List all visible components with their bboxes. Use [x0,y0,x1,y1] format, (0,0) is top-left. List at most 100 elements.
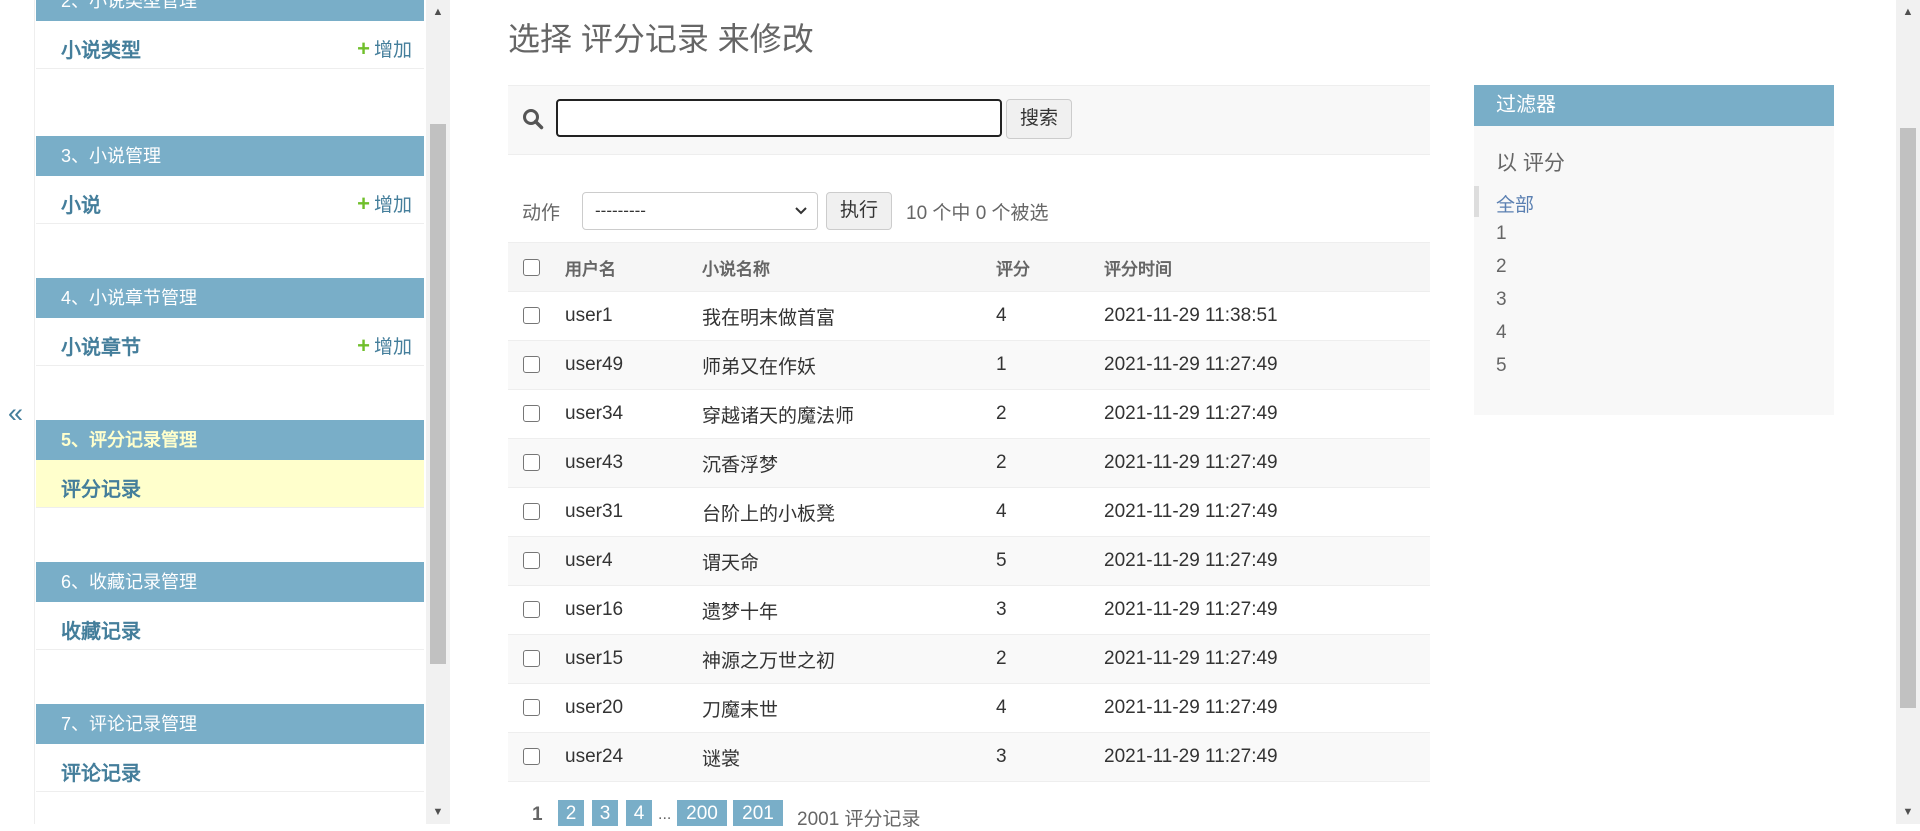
page-link[interactable]: 3 [592,800,618,826]
cell-time: 2021-11-29 11:27:49 [1104,487,1430,537]
scroll-up-icon[interactable]: ▲ [1896,2,1920,22]
cell-score: 2 [996,634,1104,684]
module-novel: 3、小说管理 小说 + 增加 [36,136,424,224]
filter-option-5[interactable]: 5 [1496,355,1507,377]
row-checkbox[interactable] [523,405,540,423]
cell-time: 2021-11-29 11:27:49 [1104,438,1430,488]
sidebar-item-chapter[interactable]: 小说章节 [61,331,141,360]
action-select[interactable]: --------- [582,192,818,230]
result-table: 用户名 小说名称 评分 评分时间 user1 我在明末做首富 4 2021-11-29… [508,242,1430,782]
sidebar-collapse-toggle[interactable]: « [0,0,35,824]
row-select-cell [508,389,565,439]
scroll-down-icon[interactable]: ▼ [426,802,450,822]
pagination-ellipsis: ... [658,806,672,823]
cell-time: 2021-11-29 11:27:49 [1104,634,1430,684]
cell-score: 4 [996,291,1104,341]
cell-novel: 穿越诸天的魔法师 [702,389,996,439]
filter-by-label: 以 评分 [1496,152,1565,175]
table-row: user31 台阶上的小板凳 4 2021-11-29 11:27:49 [508,487,1430,537]
cell-user[interactable]: user4 [565,536,702,586]
row-checkbox[interactable] [523,356,540,374]
row-select-cell [508,487,565,537]
collapse-icon[interactable]: « [8,398,23,429]
column-header-novel[interactable]: 小说名称 [702,242,996,292]
page-link[interactable]: 200 [677,800,727,826]
row-checkbox[interactable] [523,307,540,325]
filter-option-2[interactable]: 2 [1496,256,1507,278]
column-header-score[interactable]: 评分 [996,242,1104,292]
table-row: user20 刀魔末世 4 2021-11-29 11:27:49 [508,683,1430,733]
cell-user[interactable]: user49 [565,340,702,390]
module-rating: 5、评分记录管理 评分记录 [36,420,424,508]
add-novel-type-link[interactable]: + 增加 [357,35,412,62]
sidebar-scrollbar[interactable]: ▲ ▼ [426,0,450,824]
row-checkbox[interactable] [523,601,540,619]
cell-user[interactable]: user43 [565,438,702,488]
scroll-up-icon[interactable]: ▲ [426,2,450,22]
sidebar-item-favorite[interactable]: 收藏记录 [61,615,141,644]
add-label: 增加 [373,337,412,358]
page-link[interactable]: 4 [626,800,652,826]
cell-user[interactable]: user20 [565,683,702,733]
cell-user[interactable]: user15 [565,634,702,684]
row-select-cell [508,732,565,782]
cell-user[interactable]: user24 [565,732,702,782]
column-header-time[interactable]: 评分时间 [1104,242,1430,292]
filter-panel: 过滤器 以 评分 全部 1 2 3 4 5 [1474,85,1834,415]
table-header-row: 用户名 小说名称 评分 评分时间 [508,242,1430,292]
scroll-down-icon[interactable]: ▼ [1896,802,1920,822]
select-all-checkbox[interactable] [523,259,540,277]
cell-user[interactable]: user1 [565,291,702,341]
module-caption[interactable]: 4、小说章节管理 [36,278,424,318]
module-caption-current[interactable]: 5、评分记录管理 [36,420,424,460]
add-label: 增加 [373,40,412,61]
action-label: 动作 [522,203,561,224]
page-link[interactable]: 2 [558,800,584,826]
search-button[interactable]: 搜索 [1006,99,1072,139]
table-row: user49 师弟又在作妖 1 2021-11-29 11:27:49 [508,340,1430,390]
column-header-user[interactable]: 用户名 [565,242,702,292]
row-checkbox[interactable] [523,552,540,570]
cell-score: 1 [996,340,1104,390]
add-novel-link[interactable]: + 增加 [357,190,412,217]
row-checkbox[interactable] [523,748,540,766]
sidebar: 2、小说类型管理 小说类型 + 增加 3、小说管理 小说 + 增加 4、小说章节管理… [36,0,424,824]
module-caption[interactable]: 7、评论记录管理 [36,704,424,744]
add-chapter-link[interactable]: + 增加 [357,332,412,359]
cell-score: 2 [996,389,1104,439]
action-go-button[interactable]: 执行 [826,192,892,230]
module-caption[interactable]: 3、小说管理 [36,136,424,176]
row-checkbox[interactable] [523,699,540,717]
filter-option-all[interactable]: 全部 [1496,190,1534,217]
filter-title: 过滤器 [1474,85,1834,126]
scrollbar-thumb[interactable] [430,124,446,664]
row-checkbox[interactable] [523,454,540,472]
cell-user[interactable]: user31 [565,487,702,537]
filter-option-4[interactable]: 4 [1496,322,1507,344]
cell-novel: 谜裳 [702,732,996,782]
row-select-cell [508,291,565,341]
module-row-favorite: 收藏记录 [36,602,424,650]
sidebar-item-comment[interactable]: 评论记录 [61,757,141,786]
sidebar-item-novel-type[interactable]: 小说类型 [61,34,141,63]
sidebar-item-rating[interactable]: 评分记录 [61,473,141,502]
action-counter: 10 个中 0 个被选 [906,203,1049,224]
module-caption[interactable]: 2、小说类型管理 [36,0,424,21]
filter-option-3[interactable]: 3 [1496,289,1507,311]
module-row-comment: 评论记录 [36,744,424,792]
cell-novel: 谓天命 [702,536,996,586]
page-scrollbar[interactable]: ▲ ▼ [1896,0,1920,824]
cell-user[interactable]: user34 [565,389,702,439]
filter-option-1[interactable]: 1 [1496,223,1507,245]
sidebar-item-novel[interactable]: 小说 [61,189,101,218]
page-link[interactable]: 201 [733,800,783,826]
result-count: 2001 评分记录 [797,809,921,830]
module-caption[interactable]: 6、收藏记录管理 [36,562,424,602]
search-input[interactable] [556,99,1002,137]
scrollbar-thumb[interactable] [1900,128,1916,708]
module-row-chapter: 小说章节 + 增加 [36,318,424,366]
row-checkbox[interactable] [523,650,540,668]
row-checkbox[interactable] [523,503,540,521]
row-select-cell [508,340,565,390]
cell-user[interactable]: user16 [565,585,702,635]
